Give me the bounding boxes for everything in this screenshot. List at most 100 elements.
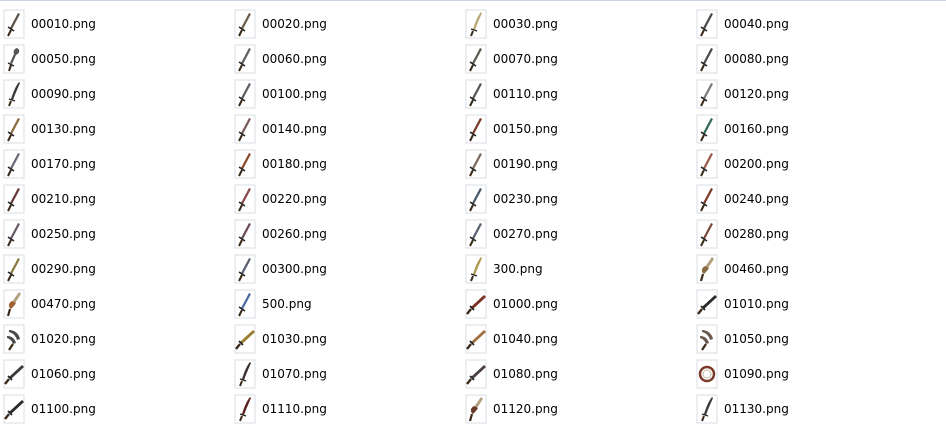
file-item[interactable]: 01100.png bbox=[0, 391, 231, 426]
file-item[interactable]: 01030.png bbox=[231, 321, 462, 356]
file-name: 00110.png bbox=[493, 86, 558, 101]
file-item[interactable]: 00190.png bbox=[462, 146, 693, 181]
file-item[interactable]: 01040.png bbox=[462, 321, 693, 356]
file-name: 00190.png bbox=[493, 156, 558, 171]
file-item[interactable]: 00460.png bbox=[693, 251, 946, 286]
file-name: 00150.png bbox=[493, 121, 558, 136]
file-item[interactable]: 01130.png bbox=[693, 391, 946, 426]
file-item[interactable]: 00020.png bbox=[231, 6, 462, 41]
file-item[interactable]: 01020.png bbox=[0, 321, 231, 356]
file-name: 01120.png bbox=[493, 401, 558, 416]
file-item[interactable]: 00250.png bbox=[0, 216, 231, 251]
straight-dagger-icon bbox=[234, 44, 256, 74]
file-grid: 00010.png 00020.png 00030.png 00040.png 0005… bbox=[0, 6, 946, 426]
file-item[interactable]: 00240.png bbox=[693, 181, 946, 216]
file-item[interactable]: 01070.png bbox=[231, 356, 462, 391]
file-item[interactable]: 01060.png bbox=[0, 356, 231, 391]
file-item[interactable]: 00230.png bbox=[462, 181, 693, 216]
hook-blade-icon bbox=[3, 44, 25, 74]
file-item[interactable]: 00220.png bbox=[231, 181, 462, 216]
file-name: 01110.png bbox=[262, 401, 327, 416]
file-name: 00470.png bbox=[31, 296, 96, 311]
curved-blade-icon bbox=[234, 359, 256, 389]
file-name: 01080.png bbox=[493, 366, 558, 381]
file-item[interactable]: 00100.png bbox=[231, 76, 462, 111]
diagonal-blade-icon bbox=[3, 394, 25, 424]
diagonal-blade-icon bbox=[465, 324, 487, 354]
file-item[interactable]: 00300.png bbox=[231, 251, 462, 286]
file-item[interactable]: 00280.png bbox=[693, 216, 946, 251]
file-name: 00140.png bbox=[262, 121, 327, 136]
file-item[interactable]: 00180.png bbox=[231, 146, 462, 181]
straight-dagger-icon bbox=[234, 184, 256, 214]
file-item[interactable]: 00270.png bbox=[462, 216, 693, 251]
curved-blade-icon bbox=[465, 254, 487, 284]
file-item[interactable]: 00120.png bbox=[693, 76, 946, 111]
file-item[interactable]: 01090.png bbox=[693, 356, 946, 391]
diagonal-blade-icon bbox=[465, 289, 487, 319]
file-name: 01040.png bbox=[493, 331, 558, 346]
curved-blade-icon bbox=[3, 79, 25, 109]
file-item[interactable]: 00470.png bbox=[0, 286, 231, 321]
ornate-blade-icon bbox=[465, 394, 487, 424]
file-item[interactable]: 00210.png bbox=[0, 181, 231, 216]
file-item[interactable]: 00090.png bbox=[0, 76, 231, 111]
file-name: 00200.png bbox=[724, 156, 789, 171]
file-name: 00460.png bbox=[724, 261, 789, 276]
straight-dagger-icon bbox=[234, 289, 256, 319]
file-item[interactable]: 01110.png bbox=[231, 391, 462, 426]
file-item[interactable]: 00080.png bbox=[693, 41, 946, 76]
file-item[interactable]: 01120.png bbox=[462, 391, 693, 426]
file-name: 00080.png bbox=[724, 51, 789, 66]
file-item[interactable]: 00160.png bbox=[693, 111, 946, 146]
file-item[interactable]: 00130.png bbox=[0, 111, 231, 146]
file-item[interactable]: 00140.png bbox=[231, 111, 462, 146]
file-name: 00220.png bbox=[262, 191, 327, 206]
claw-blade-icon bbox=[3, 324, 25, 354]
file-name: 00270.png bbox=[493, 226, 558, 241]
file-item[interactable]: 01080.png bbox=[462, 356, 693, 391]
file-name: 00230.png bbox=[493, 191, 558, 206]
file-name: 00210.png bbox=[31, 191, 96, 206]
file-item[interactable]: 00110.png bbox=[462, 76, 693, 111]
file-name: 01090.png bbox=[724, 366, 789, 381]
file-item[interactable]: 00050.png bbox=[0, 41, 231, 76]
file-item[interactable]: 00060.png bbox=[231, 41, 462, 76]
file-item[interactable]: 00040.png bbox=[693, 6, 946, 41]
straight-dagger-icon bbox=[234, 254, 256, 284]
diagonal-blade-icon bbox=[3, 359, 25, 389]
file-item[interactable]: 500.png bbox=[231, 286, 462, 321]
file-name: 00300.png bbox=[262, 261, 327, 276]
straight-dagger-icon bbox=[234, 114, 256, 144]
straight-dagger-icon bbox=[3, 9, 25, 39]
file-name: 00030.png bbox=[493, 16, 558, 31]
file-item[interactable]: 00290.png bbox=[0, 251, 231, 286]
file-name: 00120.png bbox=[724, 86, 789, 101]
straight-dagger-icon bbox=[696, 114, 718, 144]
file-name: 00280.png bbox=[724, 226, 789, 241]
file-item[interactable]: 300.png bbox=[462, 251, 693, 286]
straight-dagger-icon bbox=[3, 254, 25, 284]
file-item[interactable]: 00070.png bbox=[462, 41, 693, 76]
file-item[interactable]: 01050.png bbox=[693, 321, 946, 356]
file-item[interactable]: 01000.png bbox=[462, 286, 693, 321]
file-name: 00240.png bbox=[724, 191, 789, 206]
file-item[interactable]: 01010.png bbox=[693, 286, 946, 321]
file-item[interactable]: 00260.png bbox=[231, 216, 462, 251]
file-name: 00250.png bbox=[31, 226, 96, 241]
file-item[interactable]: 00150.png bbox=[462, 111, 693, 146]
straight-dagger-icon bbox=[696, 219, 718, 249]
file-item[interactable]: 00030.png bbox=[462, 6, 693, 41]
ornate-blade-icon bbox=[3, 289, 25, 319]
file-name: 01000.png bbox=[493, 296, 558, 311]
file-name: 00130.png bbox=[31, 121, 96, 136]
straight-dagger-icon bbox=[696, 149, 718, 179]
file-item[interactable]: 00010.png bbox=[0, 6, 231, 41]
file-item[interactable]: 00170.png bbox=[0, 146, 231, 181]
straight-dagger-icon bbox=[465, 219, 487, 249]
window-top-border bbox=[0, 0, 946, 1]
file-name: 00060.png bbox=[262, 51, 327, 66]
file-item[interactable]: 00200.png bbox=[693, 146, 946, 181]
file-name: 00290.png bbox=[31, 261, 96, 276]
file-name: 00160.png bbox=[724, 121, 789, 136]
